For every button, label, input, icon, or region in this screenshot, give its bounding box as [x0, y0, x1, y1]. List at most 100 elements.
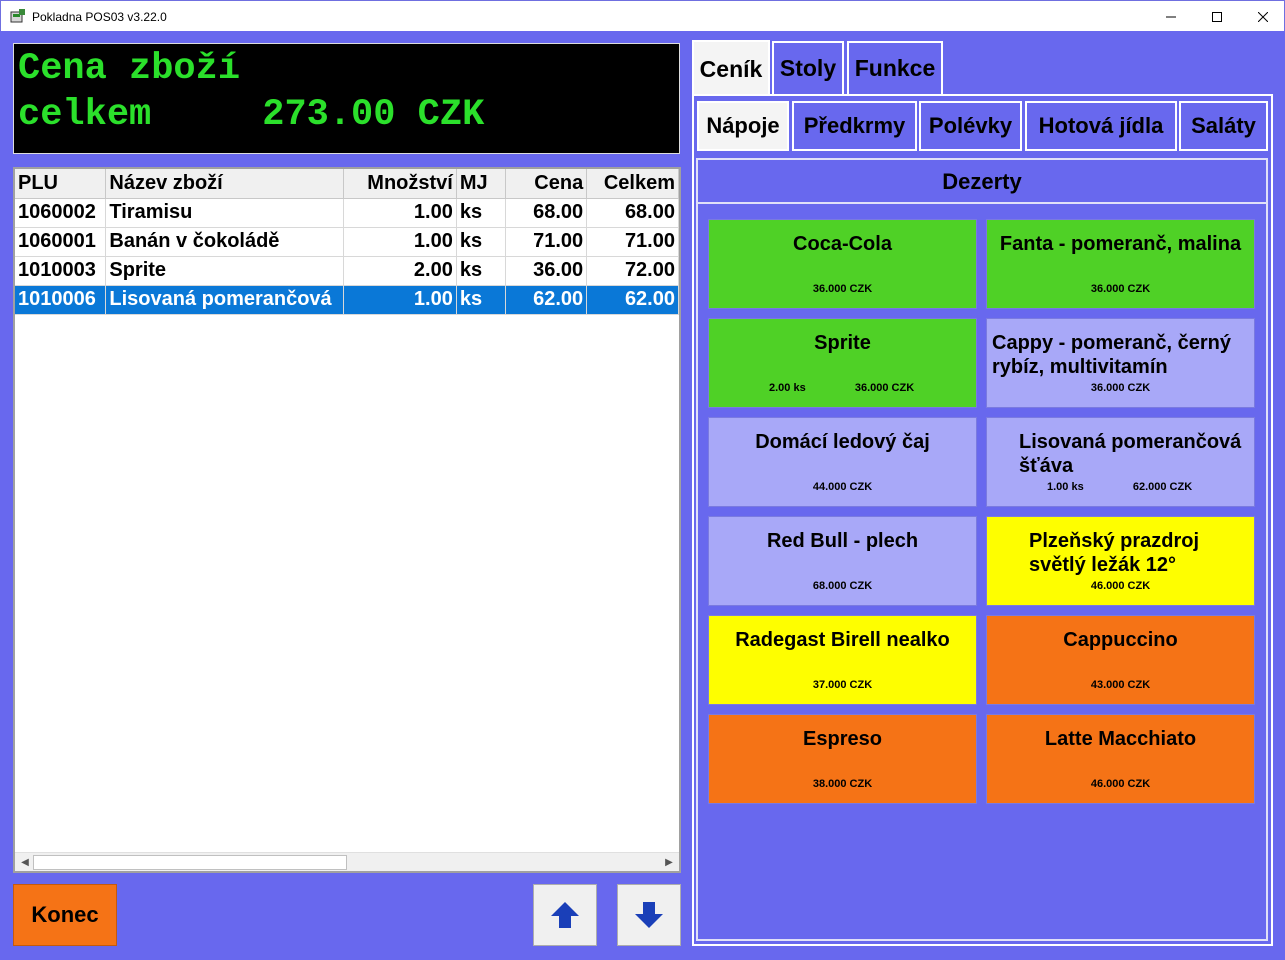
column-header-plu[interactable]: PLU [15, 169, 107, 199]
tab-hotova-jidla[interactable]: Hotová jídla [1025, 101, 1177, 151]
product-name: Fanta - pomeranč, malina [999, 233, 1242, 255]
maximize-button[interactable] [1194, 1, 1240, 32]
product-button-latte-macchiato[interactable]: Latte Macchiato 46.000 CZK [986, 714, 1255, 804]
cell-total: 62.00 [586, 285, 679, 315]
display-line-1: Cena zboží [18, 48, 241, 90]
horizontal-scrollbar[interactable]: ◀ ▶ [15, 852, 679, 871]
product-name: Plzeňský prazdroj světlý ležák 12° [1029, 530, 1200, 576]
cell-plu: 1060002 [15, 198, 107, 228]
table-row-selected[interactable]: 1010006 Lisovaná pomerančová 1.00 ks 62.… [15, 285, 679, 315]
tab-stoly[interactable]: Stoly [772, 41, 844, 94]
product-price: 36.000 CZK [1090, 382, 1151, 394]
pos-app-icon [10, 9, 25, 23]
arrow-down-icon [635, 902, 663, 928]
cell-total: 72.00 [586, 256, 679, 286]
product-name: Red Bull - plech [766, 530, 919, 552]
cell-price: 68.00 [505, 198, 588, 228]
window-title: Pokladna POS03 v3.22.0 [32, 10, 167, 24]
tab-dezerty[interactable]: Dezerty [698, 161, 1266, 204]
product-button-cappuccino[interactable]: Cappuccino 43.000 CZK [986, 615, 1255, 705]
close-icon [1258, 11, 1268, 22]
cell-price: 36.00 [505, 256, 588, 286]
cell-name: Lisovaná pomerančová [105, 285, 345, 315]
konec-button[interactable]: Konec [13, 884, 117, 946]
cell-unit: ks [456, 285, 506, 315]
column-header-quantity[interactable]: Množství [343, 169, 457, 199]
column-header-total[interactable]: Celkem [586, 169, 679, 199]
title-bar: Pokladna POS03 v3.22.0 [0, 0, 1285, 31]
product-button-fanta[interactable]: Fanta - pomeranč, malina 36.000 CZK [986, 219, 1255, 309]
cell-plu: 1060001 [15, 227, 107, 257]
cell-quantity: 2.00 [343, 256, 457, 286]
product-name: Radegast Birell nealko [735, 629, 950, 651]
display-line-2: celkem 273.00 CZK [18, 94, 485, 136]
tab-napoje[interactable]: Nápoje [697, 101, 789, 151]
product-price: 44.000 CZK [812, 481, 873, 493]
column-header-price[interactable]: Cena [505, 169, 588, 199]
product-button-plzensky-prazdroj[interactable]: Plzeňský prazdroj světlý ležák 12° 46.00… [986, 516, 1255, 606]
cell-plu: 1010003 [15, 256, 107, 286]
table-row[interactable]: 1010003 Sprite 2.00 ks 36.00 72.00 [15, 256, 679, 286]
product-name: Domácí ledový čaj [755, 431, 930, 453]
price-display: Cena zboží celkem 273.00 CZK [13, 43, 680, 154]
cell-quantity: 1.00 [343, 285, 457, 315]
product-price: 68.000 CZK [812, 580, 873, 592]
scroll-left-icon[interactable]: ◀ [17, 855, 33, 870]
table-header-row: PLU Název zboží Množství MJ Cena Celkem [15, 169, 679, 199]
tab-polevky[interactable]: Polévky [919, 101, 1022, 151]
table-row[interactable]: 1060002 Tiramisu 1.00 ks 68.00 68.00 [15, 198, 679, 228]
product-name: Cappuccino [1063, 629, 1178, 651]
arrow-up-icon [551, 902, 579, 928]
product-button-red-bull[interactable]: Red Bull - plech 68.000 CZK [708, 516, 977, 606]
tab-predkrmy[interactable]: Předkrmy [792, 101, 917, 151]
cell-name: Sprite [105, 256, 345, 286]
minimize-icon [1166, 16, 1176, 17]
cell-plu: 1010006 [15, 285, 107, 315]
product-price: 38.000 CZK [812, 778, 873, 790]
product-button-coca-cola[interactable]: Coca-Cola 36.000 CZK [708, 219, 977, 309]
product-button-cappy[interactable]: Cappy - pomeranč, černý rybíz, multivita… [986, 318, 1255, 408]
product-price: 46.000 CZK [1090, 580, 1151, 592]
minimize-button[interactable] [1148, 1, 1194, 32]
cell-unit: ks [456, 256, 506, 286]
cell-unit: ks [456, 227, 506, 257]
tab-funkce[interactable]: Funkce [847, 41, 943, 94]
close-button[interactable] [1240, 1, 1285, 32]
product-name: Espreso [803, 728, 882, 750]
cell-quantity: 1.00 [343, 227, 457, 257]
cell-price: 62.00 [505, 285, 588, 315]
product-name: Latte Macchiato [1044, 728, 1197, 750]
column-header-name[interactable]: Název zboží [105, 169, 345, 199]
product-button-domaci-ledovy-caj[interactable]: Domácí ledový čaj 44.000 CZK [708, 417, 977, 507]
scroll-down-button[interactable] [617, 884, 681, 946]
scroll-up-button[interactable] [533, 884, 597, 946]
scrollbar-thumb[interactable] [33, 855, 347, 870]
tab-cenik[interactable]: Ceník [692, 40, 770, 96]
main-window: Cena zboží celkem 273.00 CZK PLU Název z… [0, 31, 1285, 960]
cell-unit: ks [456, 198, 506, 228]
cell-quantity: 1.00 [343, 198, 457, 228]
product-button-sprite[interactable]: Sprite 2.00 ks 36.000 CZK [708, 318, 977, 408]
product-name: Lisovaná pomerančová šťáva [1019, 431, 1242, 477]
product-price: 36.000 CZK [812, 283, 873, 295]
cell-price: 71.00 [505, 227, 588, 257]
maximize-icon [1212, 11, 1222, 22]
product-name: Cappy - pomeranč, černý rybíz, multivita… [992, 332, 1231, 378]
column-header-unit[interactable]: MJ [456, 169, 506, 199]
product-button-espreso[interactable]: Espreso 38.000 CZK [708, 714, 977, 804]
items-table: PLU Název zboží Množství MJ Cena Celkem … [15, 169, 679, 315]
tab-salaty[interactable]: Saláty [1179, 101, 1268, 151]
product-price: 62.000 CZK [1132, 481, 1193, 493]
product-price: 43.000 CZK [1090, 679, 1151, 691]
table-row[interactable]: 1060001 Banán v čokoládě 1.00 ks 71.00 7… [15, 227, 679, 257]
product-price: 36.000 CZK [1090, 283, 1151, 295]
product-name: Sprite [814, 332, 871, 354]
product-name: Coca-Cola [793, 233, 892, 255]
cell-name: Tiramisu [105, 198, 345, 228]
product-button-lisovana-stava[interactable]: Lisovaná pomerančová šťáva 1.00 ks 62.00… [986, 417, 1255, 507]
scroll-right-icon[interactable]: ▶ [661, 855, 677, 870]
items-table-container[interactable]: PLU Název zboží Množství MJ Cena Celkem … [13, 167, 681, 873]
product-button-radegast-birell[interactable]: Radegast Birell nealko 37.000 CZK [708, 615, 977, 705]
cell-name: Banán v čokoládě [105, 227, 345, 257]
cell-total: 68.00 [586, 198, 679, 228]
